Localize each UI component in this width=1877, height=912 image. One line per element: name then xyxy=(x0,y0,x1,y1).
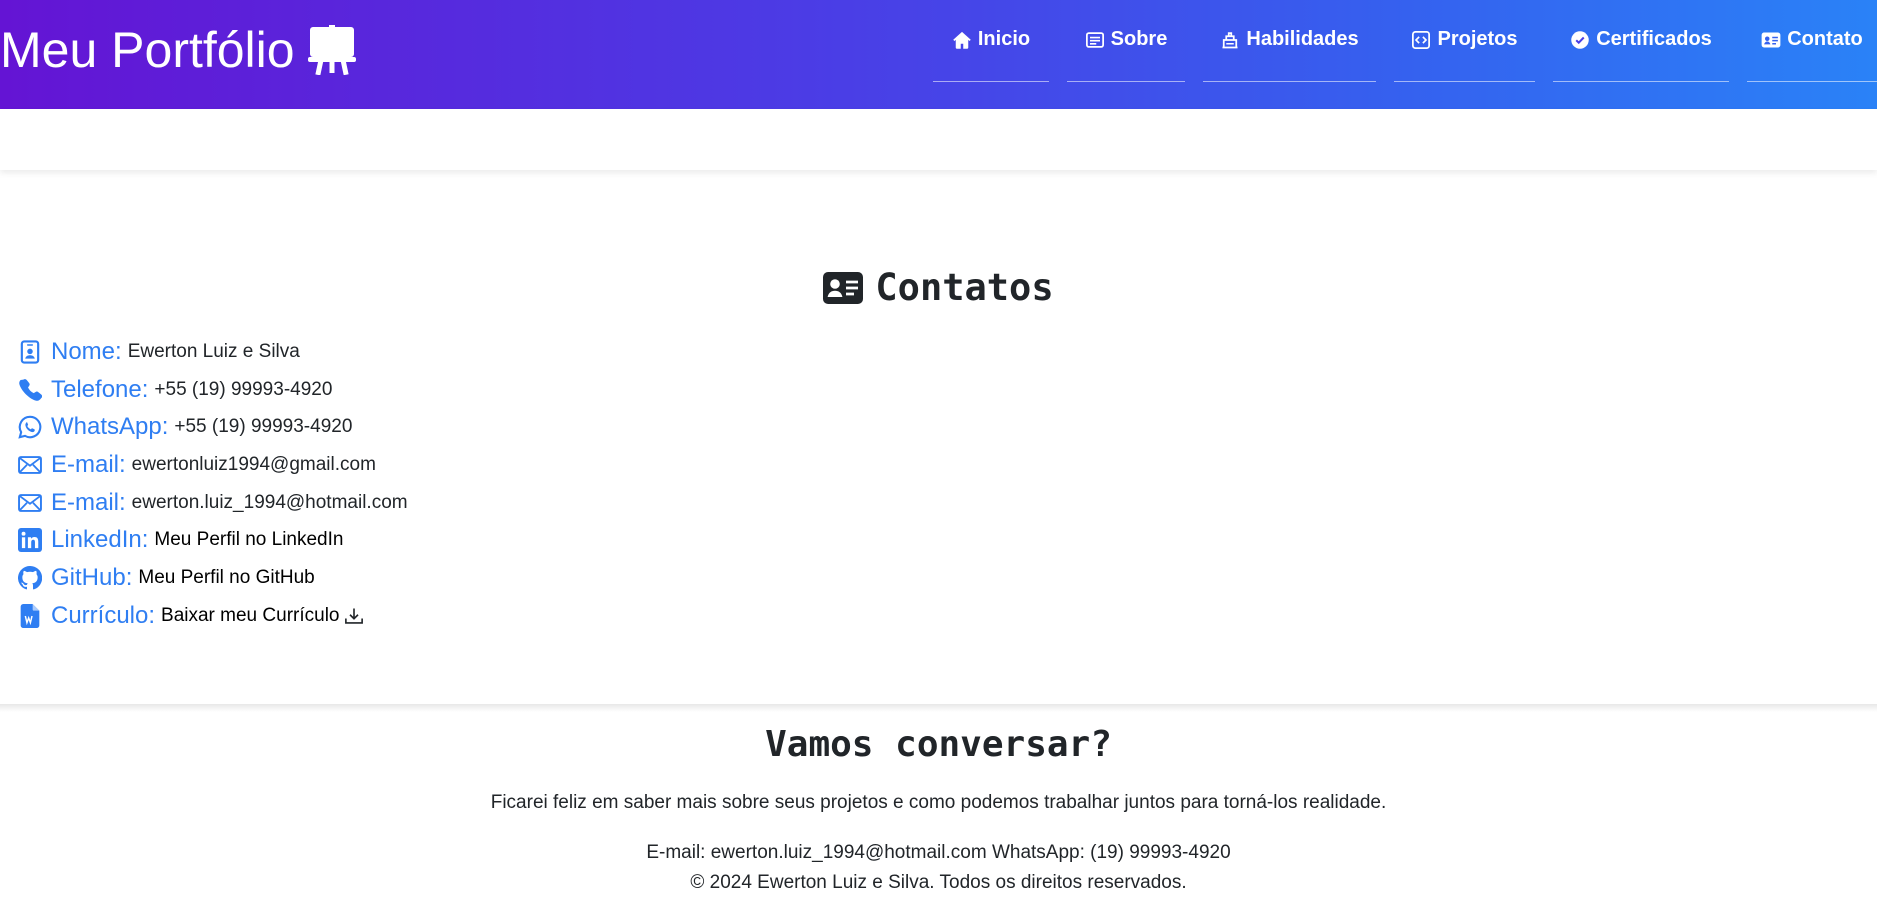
contact-item: Currículo: Baixar meu Currículo xyxy=(17,597,408,635)
nav-item-contato[interactable]: Contato xyxy=(1747,0,1877,82)
nav-item-habilidades[interactable]: Habilidades xyxy=(1203,0,1376,82)
footer-text: Ficarei feliz em saber mais sobre seus p… xyxy=(490,792,1387,813)
patch-check-icon xyxy=(1570,30,1590,50)
contact-item: E-mail: ewertonluiz1994@gmail.com xyxy=(17,446,408,484)
contact-item: GitHub: Meu Perfil no GitHub xyxy=(17,559,408,597)
contact-item: E-mail: ewerton.luiz_1994@hotmail.com xyxy=(17,484,408,522)
nav-item-projetos[interactable]: Projetos xyxy=(1394,0,1535,82)
contact-value: ewerton.luiz_1994@hotmail.com xyxy=(131,491,408,513)
nav-label: Habilidades xyxy=(1246,28,1359,50)
contact-value: +55 (19) 99993-4920 xyxy=(174,416,353,438)
contact-label: LinkedIn: xyxy=(51,526,149,554)
house-icon xyxy=(952,30,972,50)
contact-item: Nome: Ewerton Luiz e Silva xyxy=(17,333,408,371)
linkedin-link[interactable]: Meu Perfil no LinkedIn xyxy=(154,529,343,551)
nav-label: Contato xyxy=(1787,28,1863,50)
download-resume-label: Baixar meu Currículo xyxy=(161,604,340,626)
main-nav: Inicio Sobre Habilidades Projetos Certif… xyxy=(933,0,1877,82)
contact-value: ewertonluiz1994@gmail.com xyxy=(131,453,376,475)
footer-title: Vamos conversar? xyxy=(765,724,1112,765)
nav-label: Inicio xyxy=(977,28,1031,50)
nav-label: Sobre xyxy=(1110,28,1168,50)
person-badge-icon xyxy=(17,339,43,365)
contact-label: WhatsApp: xyxy=(51,413,169,441)
nav-item-inicio[interactable]: Inicio xyxy=(933,0,1049,82)
download-icon xyxy=(344,606,364,626)
section-title: Contatos xyxy=(0,266,1877,309)
easel-icon xyxy=(307,25,357,75)
contact-item: LinkedIn: Meu Perfil no LinkedIn xyxy=(17,521,408,559)
envelope-icon xyxy=(17,490,43,516)
brand-title: Meu Portfólio xyxy=(0,22,295,78)
contact-list: Nome: Ewerton Luiz e Silva Telefone: +55… xyxy=(17,333,408,635)
github-link[interactable]: Meu Perfil no GitHub xyxy=(138,567,314,589)
person-vcard-icon xyxy=(1761,30,1781,50)
contact-value: Ewerton Luiz e Silva xyxy=(127,340,300,362)
footer-contact: E-mail: ewerton.luiz_1994@hotmail.com Wh… xyxy=(646,842,1231,863)
file-text-icon xyxy=(1085,30,1105,50)
contact-label: Currículo: xyxy=(51,601,156,629)
footer-copyright: © 2024 Ewerton Luiz e Silva. Todos os di… xyxy=(690,872,1187,893)
nav-item-certificados[interactable]: Certificados xyxy=(1553,0,1729,82)
whatsapp-icon xyxy=(17,414,43,440)
contact-item: Telefone: +55 (19) 99993-4920 xyxy=(17,371,408,409)
contact-label: E-mail: xyxy=(51,488,126,516)
github-icon xyxy=(17,565,43,591)
footer-divider xyxy=(0,704,1877,712)
building-icon xyxy=(1220,30,1240,50)
brand[interactable]: Meu Portfólio xyxy=(0,18,357,82)
spacer-band xyxy=(0,109,1877,170)
nav-label: Certificados xyxy=(1596,28,1712,50)
section-title-text: Contatos xyxy=(875,266,1054,309)
contact-value: +55 (19) 99993-4920 xyxy=(154,378,333,400)
code-square-icon xyxy=(1411,30,1431,50)
nav-label: Projetos xyxy=(1437,28,1518,50)
telephone-icon xyxy=(17,377,43,403)
person-vcard-icon xyxy=(823,271,864,305)
envelope-icon xyxy=(17,452,43,478)
contact-label: Nome: xyxy=(51,337,122,365)
contact-label: GitHub: xyxy=(51,563,133,591)
linkedin-icon xyxy=(17,527,43,553)
contact-label: Telefone: xyxy=(51,375,149,403)
site-header: Meu Portfólio Inicio Sobre Habilidades P… xyxy=(0,0,1877,109)
download-resume-link[interactable]: Baixar meu Currículo xyxy=(161,605,364,627)
contact-item: WhatsApp: +55 (19) 99993-4920 xyxy=(17,408,408,446)
file-word-icon xyxy=(17,603,43,629)
nav-item-sobre[interactable]: Sobre xyxy=(1067,0,1185,82)
contact-label: E-mail: xyxy=(51,450,126,478)
